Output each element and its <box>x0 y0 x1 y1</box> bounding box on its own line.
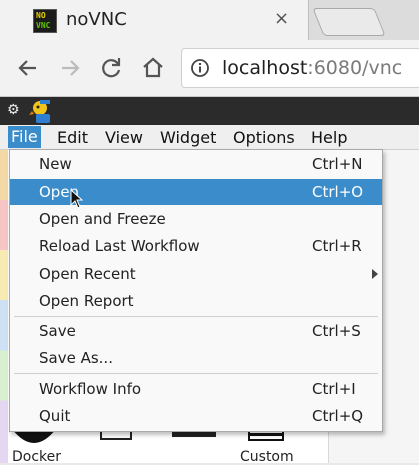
menu-item-shortcut: Ctrl+R <box>312 237 362 255</box>
favicon-text-top: NO <box>36 11 46 20</box>
file-menu-dropdown: New Ctrl+N Open Ctrl+O Open and Freeze R… <box>9 149 383 432</box>
widget-category-strip <box>0 150 8 463</box>
menu-separator <box>14 316 378 317</box>
menu-item-shortcut: Ctrl+N <box>312 155 363 173</box>
forward-arrow-icon[interactable] <box>56 54 84 82</box>
menu-item-shortcut: Ctrl+Q <box>312 407 364 425</box>
tab-close-icon[interactable]: × <box>274 8 289 29</box>
menu-item-save-as[interactable]: Save As... <box>10 345 382 371</box>
app-menubar: File Edit View Widget Options Help <box>0 125 419 150</box>
menu-item-label: Workflow Info <box>39 380 142 398</box>
menu-item-label: Open and Freeze <box>39 210 166 228</box>
menu-edit[interactable]: Edit <box>57 128 88 147</box>
url-bar[interactable]: localhost:6080/vnc <box>181 48 419 88</box>
gear-icon[interactable]: ⚙ <box>7 102 20 118</box>
menu-item-save[interactable]: Save Ctrl+S <box>10 318 382 344</box>
menu-item-shortcut: Ctrl+S <box>312 322 361 340</box>
menu-item-label: Quit <box>39 407 71 425</box>
app-logo-icon <box>28 98 56 124</box>
menu-item-label: Save <box>39 322 76 340</box>
menu-item-quit[interactable]: Quit Ctrl+Q <box>10 403 382 429</box>
site-info-icon[interactable] <box>190 58 210 78</box>
back-arrow-icon[interactable] <box>14 54 42 82</box>
menu-item-open[interactable]: Open Ctrl+O <box>10 179 382 205</box>
mouse-cursor-icon <box>70 188 84 209</box>
menu-item-label: Reload Last Workflow <box>39 237 200 255</box>
menu-item-label: Save As... <box>39 349 113 367</box>
menu-widget[interactable]: Widget <box>160 128 216 147</box>
novnc-favicon-icon: NO VNC <box>33 9 57 33</box>
browser-toolbar: localhost:6080/vnc <box>0 40 419 97</box>
url-text: localhost:6080/vnc <box>222 57 402 79</box>
menu-view[interactable]: View <box>105 128 143 147</box>
menu-item-shortcut: Ctrl+O <box>312 183 364 201</box>
submenu-arrow-icon <box>372 269 378 279</box>
menu-item-open-and-freeze[interactable]: Open and Freeze <box>10 206 382 232</box>
menu-item-new[interactable]: New Ctrl+N <box>10 151 382 177</box>
browser-tab[interactable]: NO VNC noVNC × <box>0 0 309 40</box>
browser-tab-strip: NO VNC noVNC × <box>0 0 419 40</box>
menu-item-open-report[interactable]: Open Report <box>10 288 382 314</box>
menu-item-label: Open Report <box>39 292 134 310</box>
menu-separator <box>14 373 378 374</box>
menu-file[interactable]: File <box>8 126 41 148</box>
menu-item-shortcut: Ctrl+I <box>312 380 356 398</box>
menu-options[interactable]: Options <box>233 128 295 147</box>
favicon-text-bottom: VNC <box>36 21 51 30</box>
menu-item-open-recent[interactable]: Open Recent <box>10 261 382 287</box>
menu-item-workflow-info[interactable]: Workflow Info Ctrl+I <box>10 376 382 402</box>
reload-icon[interactable] <box>97 54 125 82</box>
menu-item-label: Open Recent <box>39 265 136 283</box>
app-title-bar: ⚙ <box>0 97 419 125</box>
menu-item-label: New <box>39 155 72 173</box>
url-port: :6080/vnc <box>307 57 403 79</box>
home-icon[interactable] <box>139 54 167 82</box>
url-host: localhost <box>222 57 308 79</box>
menu-help[interactable]: Help <box>311 128 347 147</box>
tab-title: noVNC <box>66 9 127 30</box>
menu-file-label: File <box>11 127 38 146</box>
menu-item-reload-last-workflow[interactable]: Reload Last Workflow Ctrl+R <box>10 233 382 259</box>
new-tab-button[interactable] <box>312 8 386 36</box>
